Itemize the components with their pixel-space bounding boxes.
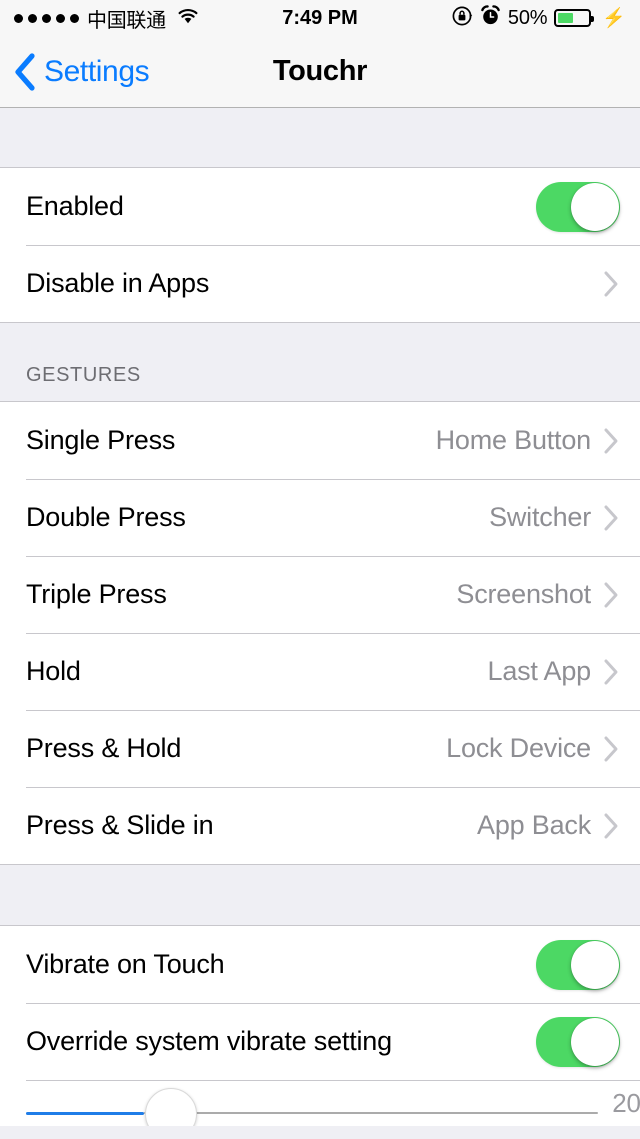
- settings-table: Enabled Disable in Apps GESTURES Single …: [0, 108, 640, 1126]
- back-button[interactable]: Settings: [0, 52, 150, 91]
- row-triple-press[interactable]: Triple Press Screenshot: [0, 556, 640, 633]
- row-override-system-vibrate[interactable]: Override system vibrate setting: [0, 1003, 640, 1080]
- chevron-left-icon: [14, 52, 36, 91]
- row-accessory: Lock Device: [446, 733, 620, 764]
- signal-strength-dots: [14, 13, 79, 23]
- row-accessory: [603, 270, 620, 298]
- enabled-toggle[interactable]: [536, 181, 620, 232]
- row-single-press[interactable]: Single Press Home Button: [0, 402, 640, 479]
- row-vibrate-on-touch[interactable]: Vibrate on Touch: [0, 926, 640, 1003]
- chevron-right-icon: [603, 427, 620, 455]
- row-label: Disable in Apps: [26, 268, 210, 298]
- toggle-knob: [571, 182, 619, 231]
- row-press-and-hold[interactable]: Press & Hold Lock Device: [0, 710, 640, 787]
- row-label: Override system vibrate setting: [26, 1026, 392, 1056]
- section-gestures: Single Press Home Button Double Press Sw…: [0, 402, 640, 864]
- signal-dot: [56, 13, 65, 23]
- row-double-press[interactable]: Double Press Switcher: [0, 479, 640, 556]
- alarm-clock-icon: [480, 5, 501, 31]
- signal-dot: [14, 13, 23, 23]
- chevron-right-icon: [603, 735, 620, 763]
- row-value: Last App: [487, 656, 592, 686]
- row-enabled[interactable]: Enabled: [0, 168, 640, 245]
- chevron-right-icon: [603, 658, 620, 686]
- section-header-label: GESTURES: [26, 364, 141, 386]
- row-accessory: App Back: [477, 810, 620, 841]
- rotation-lock-icon: [451, 5, 473, 32]
- row-disable-in-apps[interactable]: Disable in Apps: [0, 245, 640, 322]
- row-label: Enabled: [26, 191, 124, 221]
- navigation-bar: Settings Touchr: [0, 36, 640, 108]
- row-label: Press & Slide in: [26, 810, 214, 840]
- battery-percentage: 50%: [507, 6, 548, 29]
- battery-icon: [554, 9, 595, 27]
- toggle-knob: [571, 940, 619, 989]
- battery-fill: [558, 13, 573, 23]
- section-vibration: Vibrate on Touch Override system vibrate…: [0, 926, 640, 1126]
- signal-dot: [28, 13, 37, 23]
- status-bar: 中国联通 7:49 PM 50% ⚡: [0, 0, 640, 36]
- wifi-icon: [176, 7, 200, 30]
- signal-dot: [70, 13, 79, 23]
- row-hold[interactable]: Hold Last App: [0, 633, 640, 710]
- row-label: Single Press: [26, 425, 176, 455]
- row-accessory: [536, 939, 620, 990]
- chevron-right-icon: [603, 504, 620, 532]
- slider-thumb[interactable]: [145, 1088, 197, 1126]
- row-label: Triple Press: [26, 579, 167, 609]
- row-accessory: Screenshot: [456, 579, 620, 610]
- row-accessory: [536, 181, 620, 232]
- chevron-right-icon: [603, 581, 620, 609]
- slider-track-filled: [26, 1112, 144, 1115]
- row-accessory: Last App: [488, 656, 621, 687]
- lightning-bolt-icon: ⚡: [602, 7, 626, 29]
- slider-control[interactable]: [26, 1080, 599, 1126]
- row-label: Double Press: [26, 502, 186, 532]
- section-spacer-top: [0, 108, 640, 168]
- row-label: Press & Hold: [26, 733, 182, 763]
- vibrate-on-touch-toggle[interactable]: [536, 939, 620, 990]
- status-bar-left: 中国联通: [14, 4, 200, 33]
- status-bar-right: 50% ⚡: [451, 5, 626, 32]
- row-value: App Back: [477, 810, 591, 840]
- row-accessory: Switcher: [489, 502, 620, 533]
- row-value: Screenshot: [456, 579, 591, 609]
- override-system-vibrate-toggle[interactable]: [536, 1016, 620, 1067]
- row-label: Hold: [26, 656, 81, 686]
- back-button-label: Settings: [44, 54, 150, 88]
- section-header-gestures: GESTURES: [0, 322, 640, 402]
- toggle-knob: [571, 1017, 619, 1066]
- signal-dot: [42, 13, 51, 23]
- chevron-right-icon: [603, 270, 620, 298]
- row-press-and-slide-in[interactable]: Press & Slide in App Back: [0, 787, 640, 864]
- section-spacer-vibrate: [0, 864, 640, 926]
- row-label: Vibrate on Touch: [26, 949, 225, 979]
- row-accessory: [536, 1016, 620, 1067]
- row-value: Lock Device: [446, 733, 591, 763]
- slider-value-label: 20.0: [612, 1087, 640, 1118]
- row-value: Switcher: [489, 502, 591, 532]
- row-accessory: Home Button: [436, 425, 620, 456]
- section-general: Enabled Disable in Apps: [0, 168, 640, 322]
- row-value: Home Button: [435, 425, 592, 455]
- chevron-right-icon: [603, 812, 620, 840]
- slider-track-remaining: [144, 1112, 599, 1114]
- carrier-name: 中国联通: [87, 9, 166, 32]
- row-vibration-duration-slider[interactable]: 20.0: [0, 1080, 640, 1126]
